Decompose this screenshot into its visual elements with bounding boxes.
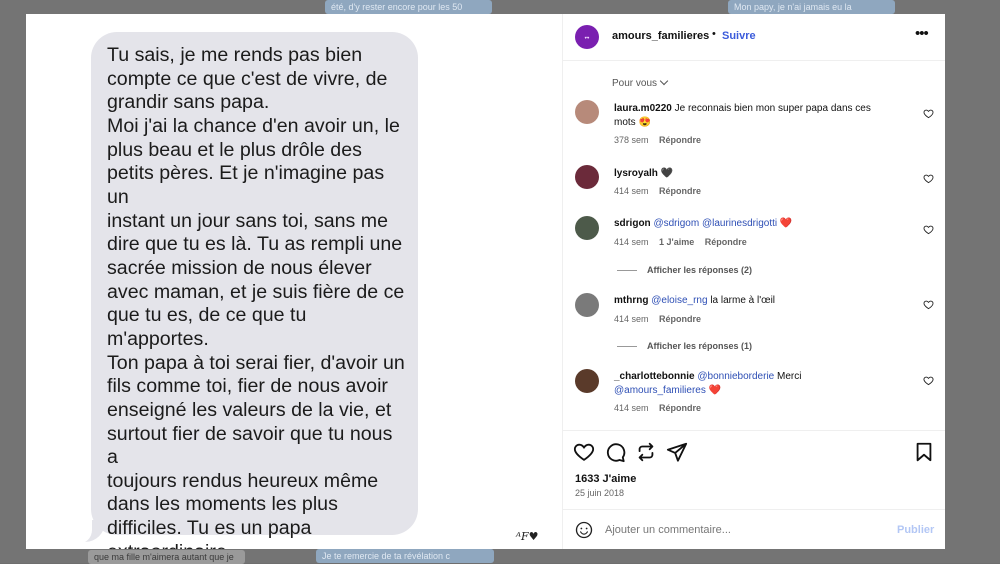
message-bubble: Tu sais, je me rends pas bien compte ce …: [91, 32, 418, 549]
comment-time: 378 sem: [614, 135, 649, 145]
reply-button[interactable]: Répondre: [659, 186, 701, 196]
comment-sort-dropdown[interactable]: Pour vous: [612, 76, 669, 89]
comment-mention[interactable]: @eloise_rng: [651, 295, 707, 306]
more-options-icon[interactable]: •••: [915, 25, 929, 42]
sort-label: Pour vous: [612, 78, 658, 89]
reply-button[interactable]: Répondre: [659, 314, 701, 324]
comment-time: 414 sem: [614, 403, 649, 413]
message-text: Tu sais, je me rends pas bien compte ce …: [107, 44, 405, 549]
avatar[interactable]: [575, 293, 599, 317]
post-username[interactable]: amours_familieres: [612, 30, 709, 42]
post-actions: [563, 430, 945, 475]
comment-text: la larme à l'œil: [710, 295, 776, 306]
avatar[interactable]: [575, 216, 599, 240]
publish-button[interactable]: Publier: [897, 524, 934, 536]
comment-text: ❤️: [708, 384, 722, 396]
background-bubble: Mon papy, je n'ai jamais eu la: [728, 0, 895, 14]
follow-button[interactable]: Suivre: [722, 30, 756, 42]
comment-text: ❤️: [779, 218, 793, 229]
comment-mention[interactable]: @bonnieborderie: [697, 371, 774, 382]
heart-icon[interactable]: [923, 224, 934, 235]
avatar[interactable]: ♥♥: [575, 25, 599, 49]
chevron-down-icon: [659, 76, 669, 86]
comment-username[interactable]: lysroyalh: [614, 168, 658, 179]
avatar[interactable]: [575, 165, 599, 189]
heart-icon[interactable]: [923, 108, 934, 119]
post-sidebar: ♥♥ amours_familieres • Suivre ••• Pour v…: [562, 14, 945, 549]
background-bubble: que ma fille m'aimera autant que je: [88, 550, 245, 564]
post-image: Tu sais, je me rends pas bien compte ce …: [26, 14, 562, 549]
bookmark-icon[interactable]: [913, 441, 935, 463]
comment-text: Merci: [777, 371, 802, 382]
avatar[interactable]: [575, 100, 599, 124]
comment-icon[interactable]: [604, 441, 626, 463]
separator: •: [712, 28, 716, 40]
signature: ᴬF♥: [516, 530, 539, 543]
heart-icon[interactable]: [573, 441, 595, 463]
reply-button[interactable]: Répondre: [705, 237, 747, 247]
comment-mention[interactable]: @amours_familieres: [614, 385, 706, 396]
add-comment-bar: Ajouter un commentaire... Publier: [563, 509, 945, 550]
like-count[interactable]: 1633 J'aime: [575, 473, 636, 485]
post-header: ♥♥ amours_familieres • Suivre •••: [563, 14, 945, 61]
view-replies-label: Afficher les réponses (2): [647, 265, 753, 275]
view-replies-button[interactable]: Afficher les réponses (2): [617, 265, 752, 275]
emoji-icon[interactable]: [575, 521, 593, 539]
comment-time: 414 sem: [614, 186, 649, 196]
reply-button[interactable]: Répondre: [659, 135, 701, 145]
send-icon[interactable]: [666, 441, 688, 463]
view-replies-button[interactable]: Afficher les réponses (1): [617, 341, 752, 351]
heart-icon[interactable]: [923, 299, 934, 310]
comment-username[interactable]: _charlottebonnie: [614, 371, 695, 382]
comment-time: 414 sem: [614, 237, 649, 247]
background-bubble: été, d'y rester encore pour les 50: [325, 0, 492, 14]
view-replies-label: Afficher les réponses (1): [647, 341, 753, 351]
comment-mention[interactable]: @sdrigom @laurinesdrigotti: [653, 218, 777, 229]
comment-username[interactable]: laura.m0220: [614, 103, 672, 114]
heart-icon[interactable]: [923, 375, 934, 386]
comment-username[interactable]: sdrigon: [614, 218, 651, 229]
share-icon[interactable]: [635, 441, 657, 463]
reply-button[interactable]: Répondre: [659, 403, 701, 413]
comment-text: 🖤: [660, 168, 674, 179]
comment-time: 414 sem: [614, 314, 649, 324]
add-comment-input[interactable]: Ajouter un commentaire...: [605, 524, 731, 536]
background-bubble: Je te remercie de ta révélation c: [316, 549, 494, 563]
heart-icon[interactable]: [923, 173, 934, 184]
comment-username[interactable]: mthrng: [614, 295, 648, 306]
post-date: 25 juin 2018: [575, 488, 625, 498]
comment-likes[interactable]: 1 J'aime: [659, 237, 694, 247]
avatar[interactable]: [575, 369, 599, 393]
